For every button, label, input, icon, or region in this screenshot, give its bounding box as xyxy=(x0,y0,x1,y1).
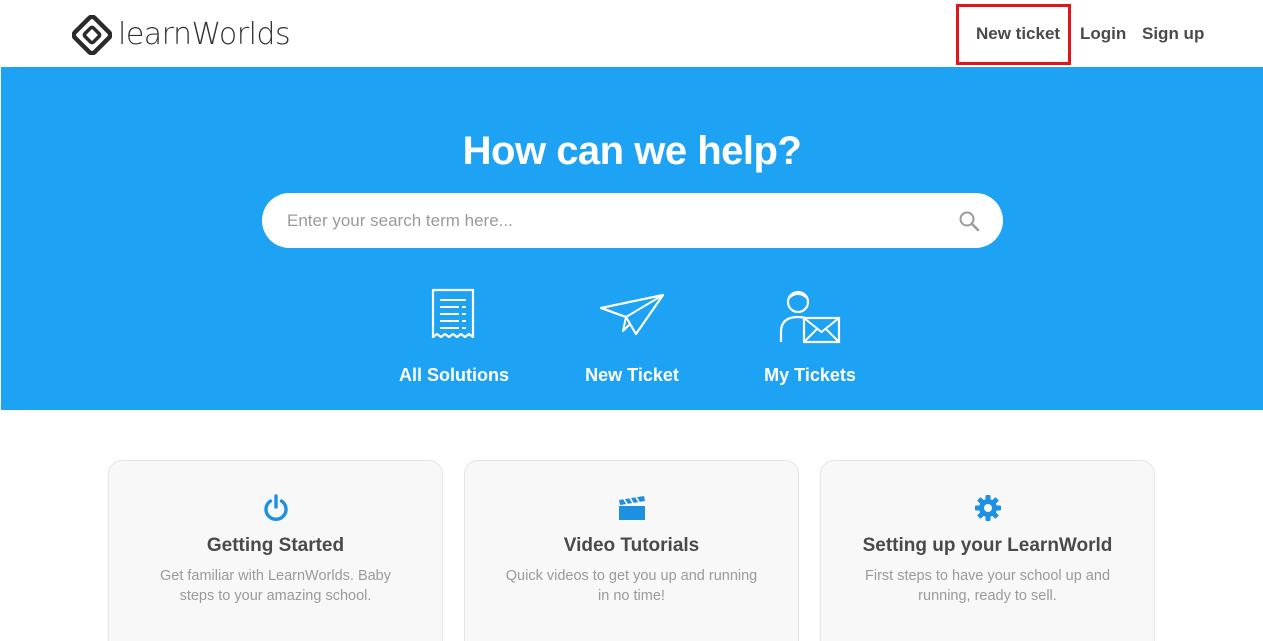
document-list-icon xyxy=(431,288,475,339)
hero-link-label: My Tickets xyxy=(764,365,856,385)
card-title: Setting up your LearnWorld xyxy=(862,535,1113,556)
card-title: Video Tutorials xyxy=(563,535,700,556)
user-envelope-icon xyxy=(779,290,841,344)
hero-link-label: New Ticket xyxy=(585,365,679,385)
brand-name: learnWorlds xyxy=(118,17,291,52)
search-bar xyxy=(262,193,1003,248)
search-icon[interactable] xyxy=(957,209,981,233)
category-card-setting-up[interactable]: Setting up your LearnWorld First steps t… xyxy=(820,460,1155,641)
search-input[interactable] xyxy=(287,193,937,248)
hero-link-label: All Solutions xyxy=(399,365,509,385)
card-description: Quick videos to get you up and running i… xyxy=(505,568,758,604)
gear-icon xyxy=(975,495,1001,521)
brand-logo[interactable]: learnWorlds xyxy=(72,15,291,55)
new-ticket-highlight-box xyxy=(956,4,1071,65)
hero-banner: How can we help? All Solutions xyxy=(1,67,1263,410)
power-icon xyxy=(264,494,288,522)
paper-plane-icon xyxy=(599,293,665,336)
card-title: Getting Started xyxy=(206,535,345,556)
learnworlds-logo-icon xyxy=(72,15,112,55)
nav-signup-link[interactable]: Sign up xyxy=(1142,24,1204,44)
clapperboard-icon xyxy=(619,496,645,520)
card-description: First steps to have your school up and r… xyxy=(864,568,1111,604)
card-description: Get familiar with LearnWorlds. Baby step… xyxy=(159,568,392,604)
category-card-getting-started[interactable]: Getting Started Get familiar with LearnW… xyxy=(108,460,443,641)
nav-login-link[interactable]: Login xyxy=(1080,24,1126,44)
hero-title: How can we help? xyxy=(462,129,802,173)
hero-link-all-solutions[interactable]: All Solutions xyxy=(374,287,534,385)
top-header: learnWorlds New ticket Login Sign up xyxy=(0,0,1263,67)
hero-link-new-ticket[interactable]: New Ticket xyxy=(552,287,712,385)
category-card-video-tutorials[interactable]: Video Tutorials Quick videos to get you … xyxy=(464,460,799,641)
hero-link-my-tickets[interactable]: My Tickets xyxy=(730,287,890,385)
